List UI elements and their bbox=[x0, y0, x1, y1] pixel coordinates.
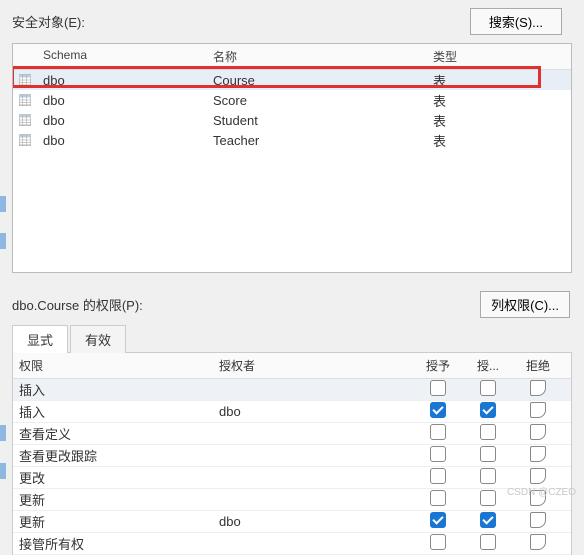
checkbox[interactable] bbox=[530, 402, 546, 418]
permission-row[interactable]: 更改 bbox=[13, 467, 571, 489]
perm-name: 插入 bbox=[13, 378, 213, 401]
perm-col-permission[interactable]: 权限 bbox=[13, 353, 213, 378]
permission-row[interactable]: 更新 bbox=[13, 489, 571, 511]
tab-effective[interactable]: 有效 bbox=[70, 325, 126, 353]
perm-col-deny[interactable]: 拒绝 bbox=[513, 353, 563, 378]
decorative-stripe bbox=[0, 233, 6, 249]
checkbox[interactable] bbox=[430, 534, 446, 550]
perm-name: 接管所有权 bbox=[13, 532, 213, 555]
perm-grantor: dbo bbox=[213, 402, 413, 421]
checkbox[interactable] bbox=[530, 534, 546, 550]
col-header-name[interactable]: 名称 bbox=[207, 44, 427, 69]
checkbox[interactable] bbox=[430, 490, 446, 506]
perm-grantor bbox=[213, 432, 413, 436]
cell-name: Course bbox=[207, 71, 427, 90]
perm-col-with[interactable]: 授... bbox=[463, 353, 513, 378]
perm-col-grant[interactable]: 授予 bbox=[413, 353, 463, 378]
checkbox[interactable] bbox=[480, 402, 496, 418]
perm-grantor bbox=[213, 454, 413, 458]
cell-schema: dbo bbox=[37, 111, 207, 130]
cell-name: Student bbox=[207, 111, 427, 130]
securables-label: 安全对象(E): bbox=[12, 12, 470, 31]
perm-grantor bbox=[213, 388, 413, 392]
table-icon bbox=[19, 74, 31, 86]
checkbox[interactable] bbox=[430, 446, 446, 462]
permission-tabs: 显式 有效 bbox=[12, 324, 572, 353]
checkbox[interactable] bbox=[430, 424, 446, 440]
cell-name: Teacher bbox=[207, 131, 427, 150]
permissions-table: 权限 授权者 授予 授... 拒绝 插入插入dbo查看定义查看更改跟踪更改更新更… bbox=[12, 353, 572, 555]
decorative-stripe bbox=[0, 425, 6, 441]
securables-table: Schema 名称 类型 dboCourse表dboScore表dboStude… bbox=[12, 43, 572, 273]
checkbox[interactable] bbox=[430, 468, 446, 484]
permission-row[interactable]: 查看定义 bbox=[13, 423, 571, 445]
watermark: CSDN @CZEO bbox=[507, 487, 576, 498]
checkbox[interactable] bbox=[430, 512, 446, 528]
checkbox[interactable] bbox=[530, 380, 546, 396]
cell-schema: dbo bbox=[37, 131, 207, 150]
checkbox[interactable] bbox=[480, 380, 496, 396]
table-header: Schema 名称 类型 bbox=[13, 44, 571, 70]
table-row[interactable]: dboScore表 bbox=[13, 90, 571, 110]
permission-row[interactable]: 接管所有权 bbox=[13, 533, 571, 555]
decorative-stripe bbox=[0, 463, 6, 479]
perm-grantor bbox=[213, 476, 413, 480]
perm-col-grantor[interactable]: 授权者 bbox=[213, 353, 413, 378]
search-button[interactable]: 搜索(S)... bbox=[470, 8, 562, 35]
cell-name: Score bbox=[207, 91, 427, 110]
checkbox[interactable] bbox=[430, 380, 446, 396]
checkbox[interactable] bbox=[430, 402, 446, 418]
checkbox[interactable] bbox=[530, 512, 546, 528]
table-row[interactable]: dboStudent表 bbox=[13, 110, 571, 130]
checkbox[interactable] bbox=[530, 424, 546, 440]
permission-row[interactable]: 更新dbo bbox=[13, 511, 571, 533]
cell-schema: dbo bbox=[37, 91, 207, 110]
perm-name: 查看定义 bbox=[13, 422, 213, 445]
perm-grantor: dbo bbox=[213, 512, 413, 531]
checkbox[interactable] bbox=[480, 534, 496, 550]
table-icon bbox=[19, 114, 31, 126]
decorative-stripe bbox=[0, 196, 6, 212]
table-icon bbox=[19, 94, 31, 106]
checkbox[interactable] bbox=[480, 490, 496, 506]
permission-row[interactable]: 查看更改跟踪 bbox=[13, 445, 571, 467]
perm-grantor bbox=[213, 542, 413, 546]
table-icon bbox=[19, 134, 31, 146]
checkbox[interactable] bbox=[480, 468, 496, 484]
cell-schema: dbo bbox=[37, 71, 207, 90]
perm-name: 查看更改跟踪 bbox=[13, 444, 213, 467]
col-header-schema[interactable]: Schema bbox=[37, 44, 207, 69]
permissions-label: dbo.Course 的权限(P): bbox=[12, 295, 480, 314]
checkbox[interactable] bbox=[480, 446, 496, 462]
perm-name: 更改 bbox=[13, 466, 213, 489]
table-row[interactable]: dboCourse表 bbox=[13, 70, 571, 90]
checkbox[interactable] bbox=[530, 446, 546, 462]
permission-row[interactable]: 插入 bbox=[13, 379, 571, 401]
tab-explicit[interactable]: 显式 bbox=[12, 325, 68, 353]
perm-name: 插入 bbox=[13, 400, 213, 423]
cell-type: 表 bbox=[427, 129, 571, 152]
table-row[interactable]: dboTeacher表 bbox=[13, 130, 571, 150]
col-header-type[interactable]: 类型 bbox=[427, 44, 571, 69]
perm-name: 更新 bbox=[13, 510, 213, 533]
checkbox[interactable] bbox=[480, 512, 496, 528]
checkbox[interactable] bbox=[530, 468, 546, 484]
column-permissions-button[interactable]: 列权限(C)... bbox=[480, 291, 570, 318]
permission-row[interactable]: 插入dbo bbox=[13, 401, 571, 423]
checkbox[interactable] bbox=[480, 424, 496, 440]
